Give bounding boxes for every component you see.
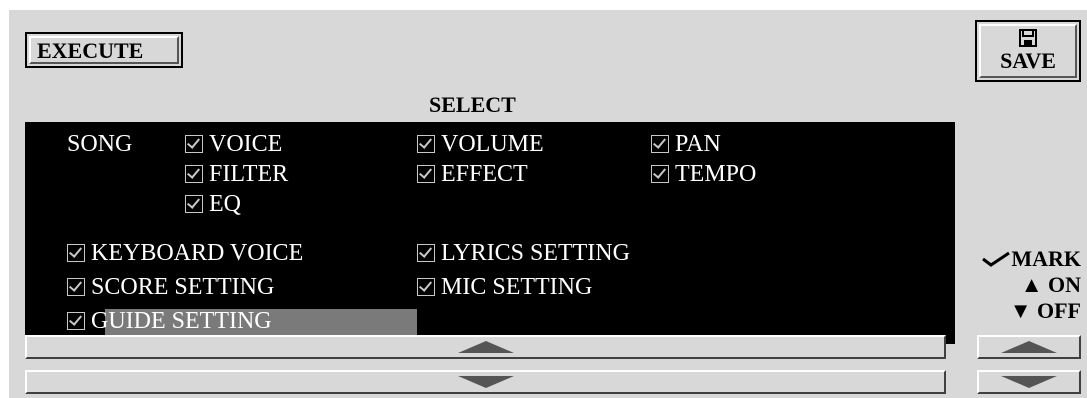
- guide-setting-option[interactable]: GUIDE SETTING: [67, 307, 272, 335]
- chevron-down-icon: [457, 376, 514, 388]
- triangle-down-icon: [1001, 376, 1057, 388]
- checkbox[interactable]: [67, 244, 85, 262]
- triangle-up-icon: [1001, 341, 1057, 353]
- off-row: ▼ OFF: [961, 298, 1081, 324]
- execute-label: EXECUTE: [29, 36, 179, 64]
- checkmark-icon: [982, 251, 1011, 267]
- checkbox[interactable]: [417, 135, 435, 153]
- scroll-down-button[interactable]: [25, 370, 946, 394]
- off-label: OFF: [1037, 298, 1081, 323]
- checkbox[interactable]: [651, 165, 669, 183]
- mark-on-button[interactable]: [977, 335, 1081, 359]
- mark-off-button[interactable]: [977, 370, 1081, 394]
- checkbox[interactable]: [417, 278, 435, 296]
- song-volume-option[interactable]: VOLUME: [417, 130, 544, 158]
- song-voice-option[interactable]: VOICE: [185, 130, 282, 158]
- mic-setting-option[interactable]: MIC SETTING: [417, 273, 592, 301]
- execute-button[interactable]: EXECUTE: [25, 32, 183, 68]
- checkbox[interactable]: [417, 244, 435, 262]
- save-label: SAVE: [1000, 48, 1056, 73]
- song-tempo-option[interactable]: TEMPO: [651, 160, 756, 188]
- checkbox[interactable]: [185, 135, 203, 153]
- lyrics-setting-option[interactable]: LYRICS SETTING: [417, 239, 630, 267]
- song-effect-option[interactable]: EFFECT: [417, 160, 528, 188]
- checkbox[interactable]: [67, 312, 85, 330]
- checkbox[interactable]: [67, 278, 85, 296]
- checkbox[interactable]: [417, 165, 435, 183]
- mark-legend: MARK ▲ ON ▼ OFF: [961, 246, 1081, 324]
- song-pan-option[interactable]: PAN: [651, 130, 721, 158]
- keyboard-voice-option[interactable]: KEYBOARD VOICE: [67, 239, 303, 267]
- save-button[interactable]: SAVE: [975, 20, 1081, 82]
- floppy-disk-icon: [1019, 29, 1037, 47]
- triangle-down-icon: ▼: [1009, 298, 1032, 323]
- checkbox[interactable]: [185, 165, 203, 183]
- triangle-up-icon: ▲: [1020, 272, 1043, 297]
- mark-row: MARK: [961, 246, 1081, 272]
- scroll-up-button[interactable]: [25, 335, 946, 359]
- score-setting-option[interactable]: SCORE SETTING: [67, 273, 274, 301]
- on-row: ▲ ON: [961, 272, 1081, 298]
- select-title: SELECT: [429, 92, 516, 117]
- checkbox[interactable]: [651, 135, 669, 153]
- song-filter-option[interactable]: FILTER: [185, 160, 288, 188]
- on-label: ON: [1048, 272, 1081, 297]
- screen: EXECUTE SAVE SELECT SONG VOICE VOLUME PA…: [9, 10, 1087, 398]
- select-panel: SONG VOICE VOLUME PAN FILTER EFFECT TEMP…: [25, 122, 955, 344]
- mark-label: MARK: [1011, 246, 1081, 271]
- song-label: SONG: [67, 131, 133, 157]
- chevron-up-icon: [457, 341, 514, 353]
- checkbox[interactable]: [185, 195, 203, 213]
- song-eq-option[interactable]: EQ: [185, 190, 241, 218]
